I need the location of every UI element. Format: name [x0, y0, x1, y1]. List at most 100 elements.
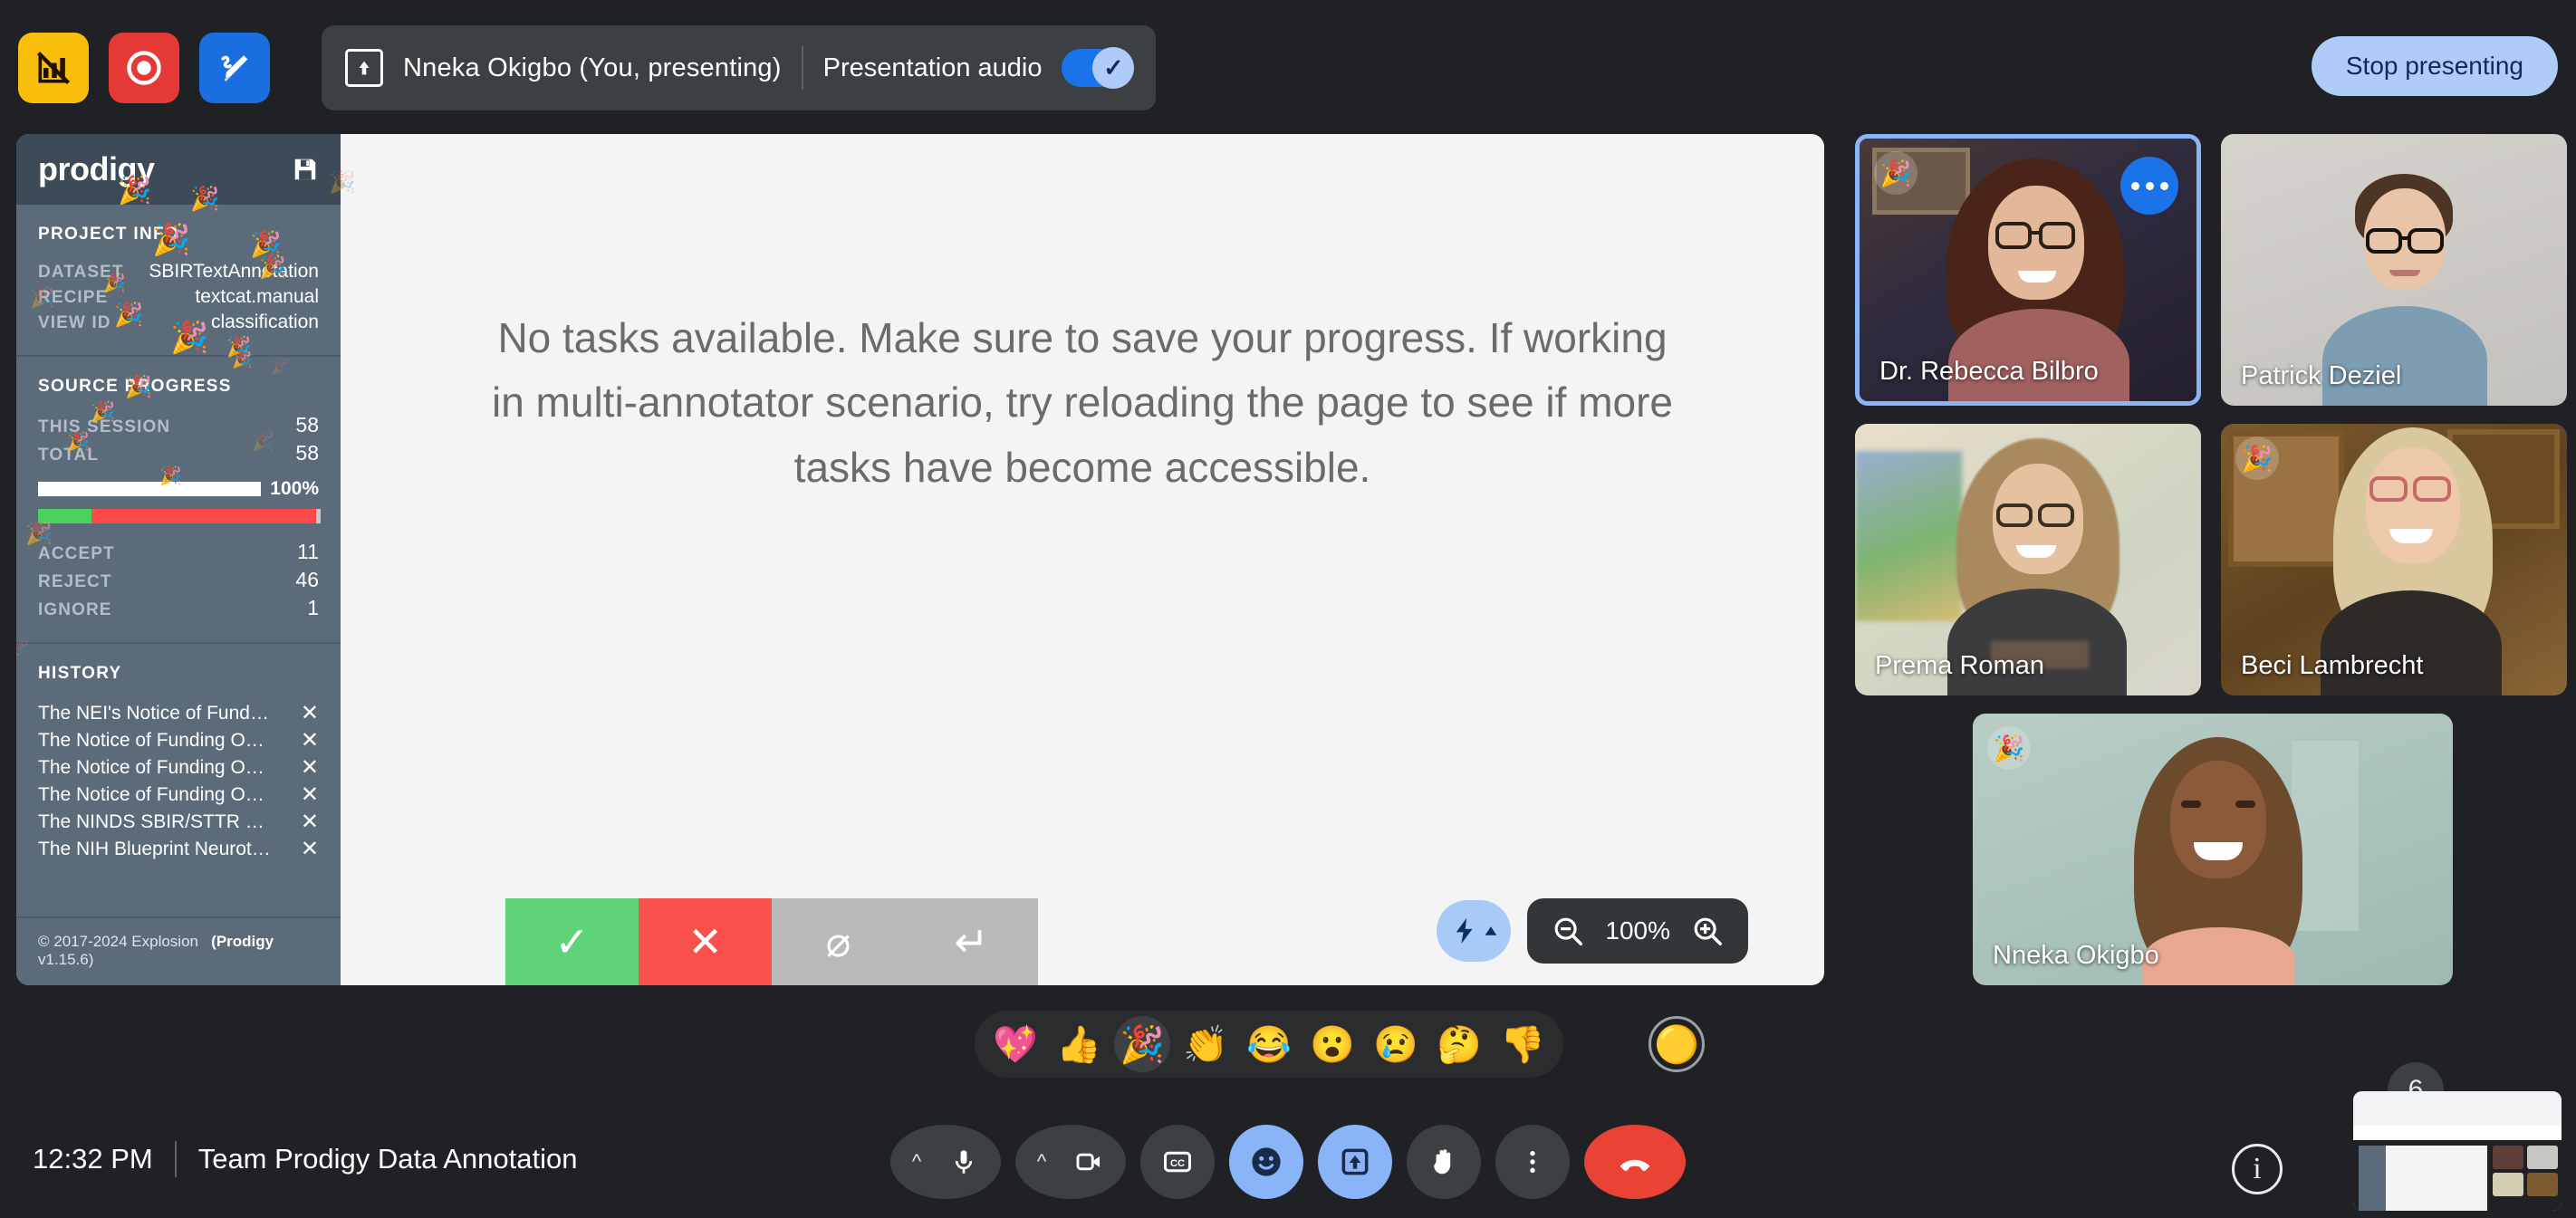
- sparkling-heart-reaction[interactable]: 💖: [987, 1016, 1043, 1072]
- more-options-button[interactable]: [1495, 1125, 1570, 1199]
- participant-tile-prema[interactable]: Prema Roman: [1855, 424, 2201, 695]
- meeting-bottom-bar: 12:32 PM Team Prodigy Data Annotation ^ …: [0, 1062, 2576, 1218]
- row-value: 58: [295, 413, 319, 436]
- close-icon[interactable]: ✕: [301, 757, 319, 779]
- thumbnail-browser-chrome: [2353, 1091, 2562, 1126]
- close-icon[interactable]: ✕: [301, 839, 319, 860]
- participant-tile-beci[interactable]: 🎉 Beci Lambrecht: [2221, 424, 2567, 695]
- prodigy-sidebar: prodigy PROJECT INFO DATASET SBIRTextAnn…: [16, 134, 341, 985]
- thumbnail-stage: [2359, 1146, 2487, 1211]
- progress-bar-track: [38, 482, 262, 496]
- microphone-icon: [955, 1150, 973, 1174]
- leave-call-button[interactable]: [1584, 1125, 1686, 1199]
- clock-label: 12:32 PM: [33, 1143, 153, 1175]
- presentation-audio-label: Presentation audio: [822, 53, 1043, 82]
- presenting-status-pill: Nneka Okigbo (You, presenting) Presentat…: [322, 25, 1157, 110]
- project-info-row: DATASET SBIRTextAnnotation: [38, 261, 319, 283]
- source-progress-title: SOURCE PROGRESS: [38, 377, 232, 396]
- history-item-label: The Notice of Funding Opport...: [38, 757, 272, 778]
- more-options-icon[interactable]: [2120, 157, 2178, 215]
- close-icon[interactable]: ✕: [301, 811, 319, 833]
- empty-state-message: No tasks available. Make sure to save yo…: [491, 314, 1674, 491]
- reactions-button[interactable]: [1229, 1125, 1303, 1199]
- accept-reject-ignore-bar: [38, 509, 321, 523]
- history-item[interactable]: The NINDS SBIR/STTR progra... ✕: [38, 809, 319, 836]
- undo-button[interactable]: ↵: [905, 898, 1038, 985]
- chevron-up-icon[interactable]: ^: [912, 1150, 921, 1174]
- history-list: The NEI's Notice of Funding O... ✕ The Not…: [38, 700, 319, 863]
- more-reactions-button[interactable]: 🟡: [1648, 1016, 1705, 1072]
- accept-segment: [38, 509, 92, 523]
- progress-row: THIS SESSION 58: [38, 413, 319, 437]
- camera-button[interactable]: ^: [1015, 1125, 1126, 1199]
- prodigy-extension-button[interactable]: [18, 33, 89, 103]
- history-item-label: The NINDS SBIR/STTR progra...: [38, 811, 272, 832]
- joy-reaction[interactable]: 😂: [1241, 1016, 1297, 1072]
- row-key: THIS SESSION: [38, 417, 171, 436]
- zoom-controls: 100%: [1437, 898, 1748, 964]
- stop-presenting-button[interactable]: Stop presenting: [2311, 36, 2558, 96]
- thumbnail-tile: [2527, 1173, 2558, 1196]
- present-now-button[interactable]: [1318, 1125, 1392, 1199]
- microphone-button[interactable]: ^: [890, 1125, 1001, 1199]
- copyright-label: © 2017-2024 Explosion: [38, 933, 198, 950]
- present-screen-icon: [345, 49, 383, 87]
- chevron-up-icon[interactable]: ^: [1037, 1150, 1046, 1174]
- participant-tile-rebecca[interactable]: 🎉 Dr. Rebecca Bilbro: [1855, 134, 2201, 406]
- open-mouth-reaction[interactable]: 😮: [1304, 1016, 1360, 1072]
- history-item-label: The NIH Blueprint Neurothera...: [38, 839, 272, 859]
- row-key: RECIPE: [38, 288, 109, 307]
- row-value: 1: [307, 596, 319, 619]
- participant-tile-nneka[interactable]: 🎉 Nneka Okigbo: [1973, 714, 2453, 985]
- quick-actions-button[interactable]: [1437, 900, 1512, 962]
- progress-row: TOTAL 58: [38, 441, 319, 465]
- history-item[interactable]: The Notice of Funding Opport... ✕: [38, 754, 319, 782]
- history-item[interactable]: The NIH Blueprint Neurothera... ✕: [38, 836, 319, 863]
- zoom-in-icon[interactable]: [1690, 914, 1725, 948]
- zoom-out-icon[interactable]: [1551, 914, 1585, 948]
- captions-button[interactable]: CC: [1140, 1125, 1215, 1199]
- accept-button[interactable]: ✓: [505, 898, 639, 985]
- reject-segment: [91, 509, 316, 523]
- zoom-level-label: 100%: [1605, 916, 1670, 945]
- prodigy-main-area: No tasks available. Make sure to save yo…: [341, 134, 1824, 985]
- reject-button[interactable]: ✕: [639, 898, 772, 985]
- close-icon[interactable]: ✕: [301, 730, 319, 752]
- record-extension-button[interactable]: [109, 33, 179, 103]
- ignore-button[interactable]: ⌀: [772, 898, 905, 985]
- scribe-extension-button[interactable]: [199, 33, 270, 103]
- raise-hand-button[interactable]: [1407, 1125, 1481, 1199]
- project-info-row: VIEW ID classification: [38, 312, 319, 333]
- history-item[interactable]: The Notice of Funding Opport... ✕: [38, 727, 319, 754]
- participant-name: Beci Lambrecht: [2241, 651, 2424, 680]
- thinking-reaction[interactable]: 🤔: [1431, 1016, 1487, 1072]
- hang-up-icon: [1620, 1159, 1650, 1171]
- progress-bar: 100%: [38, 478, 319, 500]
- thumbs-down-reaction[interactable]: 👎: [1495, 1016, 1551, 1072]
- crying-reaction[interactable]: 😢: [1368, 1016, 1424, 1072]
- history-item[interactable]: The NEI's Notice of Funding O... ✕: [38, 700, 319, 727]
- raised-hand-icon: [1434, 1149, 1451, 1175]
- history-item-label: The NEI's Notice of Funding O...: [38, 703, 272, 724]
- presentation-audio-toggle[interactable]: ✓: [1062, 47, 1135, 89]
- party-popper-reaction[interactable]: 🎉: [1114, 1016, 1170, 1072]
- close-icon[interactable]: ✕: [301, 703, 319, 724]
- self-view-thumbnail[interactable]: [2353, 1091, 2562, 1211]
- clapping-hands-reaction[interactable]: 👏: [1177, 1016, 1234, 1072]
- row-value: SBIRTextAnnotation: [149, 261, 319, 282]
- history-item[interactable]: The Notice of Funding Opport... ✕: [38, 782, 319, 809]
- close-icon[interactable]: ✕: [301, 784, 319, 806]
- participant-tile-patrick[interactable]: Patrick Deziel: [2221, 134, 2567, 406]
- thumbs-up-reaction[interactable]: 👍: [1051, 1016, 1107, 1072]
- undo-arrow-icon: ↵: [954, 918, 989, 965]
- info-icon[interactable]: i: [2232, 1144, 2283, 1194]
- prodigy-header: prodigy: [16, 134, 341, 205]
- divider: [801, 46, 803, 90]
- reaction-badge: 🎉: [2235, 436, 2279, 480]
- svg-text:CC: CC: [1170, 1158, 1185, 1169]
- browser-extensions-toolbar: Nneka Okigbo (You, presenting) Presentat…: [0, 0, 2576, 136]
- participant-name: Prema Roman: [1875, 651, 2044, 680]
- row-value: classification: [210, 312, 319, 332]
- video-camera-icon: [1076, 1153, 1101, 1171]
- floppy-disk-icon[interactable]: [292, 156, 319, 183]
